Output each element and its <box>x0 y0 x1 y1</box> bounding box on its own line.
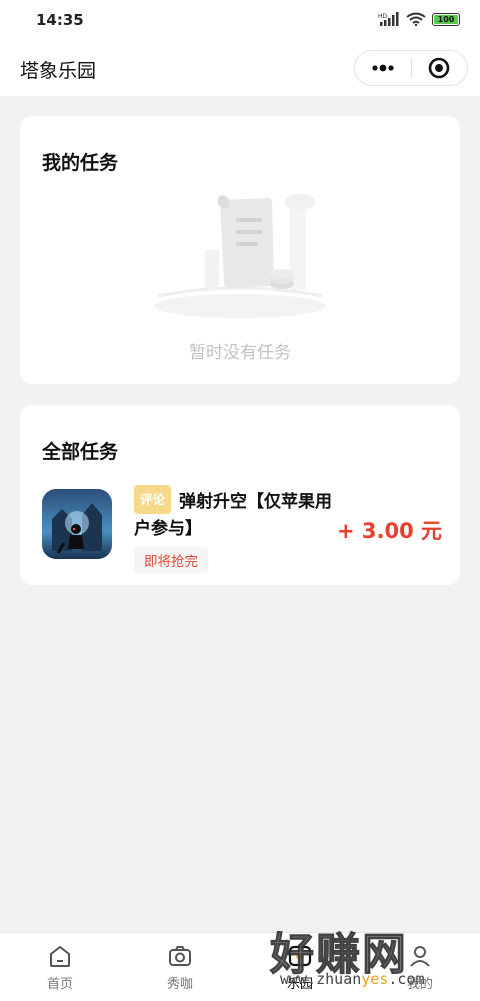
task-item[interactable]: 评论 弹射升空【仅苹果用户参与】 即将抢完 + 3.00 元 <box>42 485 442 575</box>
all-tasks-title: 全部任务 <box>42 441 119 463</box>
task-status-chip: 即将抢完 <box>134 547 208 573</box>
status-bar: 14:35 HD 100 <box>0 0 480 42</box>
task-body: 评论 弹射升空【仅苹果用户参与】 即将抢完 <box>134 485 344 573</box>
tab-home-label: 首页 <box>46 977 73 992</box>
playground-icon <box>288 945 312 967</box>
my-tasks-card: 我的任务 暂时没有任务 <box>20 116 460 384</box>
tab-xiuka[interactable]: 秀咖 <box>120 933 240 1001</box>
task-reward: + 3.00 元 <box>336 519 442 543</box>
tab-mine-label: 我的 <box>406 977 433 992</box>
tab-bar: 首页 秀咖 乐园 我的 <box>0 932 480 1001</box>
status-icons: HD 100 <box>378 12 460 26</box>
home-icon <box>50 946 70 967</box>
nav-bar: 塔象乐园 <box>0 42 480 97</box>
more-button[interactable] <box>355 51 411 85</box>
wifi-icon <box>406 12 426 26</box>
svg-text:HD: HD <box>378 13 388 20</box>
tab-mine[interactable]: 我的 <box>360 933 480 1001</box>
more-dots-icon <box>372 64 394 72</box>
tab-xiuka-label: 秀咖 <box>166 977 193 992</box>
camera-icon <box>169 946 191 966</box>
close-button[interactable] <box>411 51 467 85</box>
page-title: 塔象乐园 <box>20 60 97 82</box>
tab-park[interactable]: 乐园 <box>240 933 360 1001</box>
tab-home[interactable]: 首页 <box>0 933 120 1001</box>
task-title-line: 评论 弹射升空【仅苹果用户参与】 <box>134 485 344 543</box>
app-icon <box>42 489 112 559</box>
close-target-icon <box>428 57 450 79</box>
empty-tasks-text: 暂时没有任务 <box>189 343 291 363</box>
miniprogram-capsule <box>354 50 468 86</box>
empty-state-illustration <box>154 194 326 318</box>
signal-icon: HD <box>378 12 399 26</box>
all-tasks-card: 全部任务 评论 弹射升空【仅苹果用户参与】 即将抢完 + 3.00 元 <box>20 405 460 585</box>
task-tag: 评论 <box>134 485 172 514</box>
battery-icon: 100 <box>432 12 460 26</box>
my-tasks-title: 我的任务 <box>42 152 119 174</box>
tab-park-label: 乐园 <box>286 977 313 992</box>
status-time: 14:35 <box>36 11 84 29</box>
battery-level: 100 <box>437 14 455 24</box>
profile-icon <box>410 946 430 967</box>
